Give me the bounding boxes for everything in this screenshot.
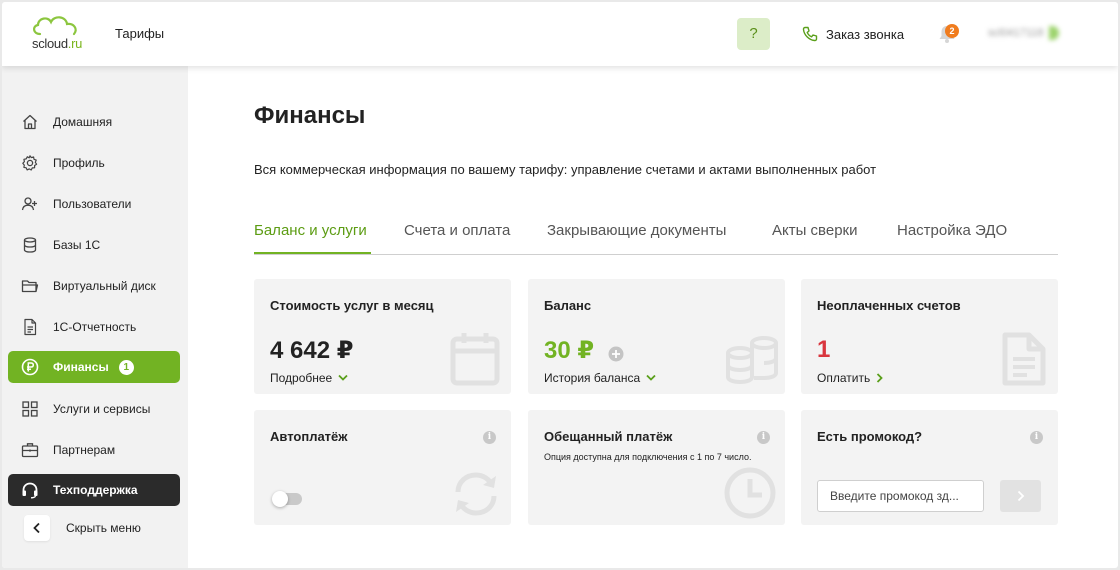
refresh-icon [455,472,497,516]
active-tab-indicator [254,252,371,254]
details-link[interactable]: Подробнее [270,371,348,385]
balance-history-label: История баланса [544,371,641,385]
tariffs-link[interactable]: Тарифы [115,26,164,41]
details-label: Подробнее [270,371,333,385]
account-id: scl0417118 [988,27,1044,39]
tab-edo-settings[interactable]: Настройка ЭДО [897,222,1007,239]
card-promo-code: Есть промокод? i [801,410,1058,525]
chevron-down-icon [646,374,656,381]
sidebar-item-finance[interactable]: Финансы 1 [8,351,180,383]
sidebar-item-label: Базы 1С [53,238,101,252]
sidebar-item-support[interactable]: Техподдержка [8,474,180,506]
sidebar-item-users[interactable]: Пользователи [8,188,180,220]
chevron-right-icon [877,373,883,383]
callback-label: Заказ звонка [826,26,905,42]
sidebar-item-label: Партнерам [53,443,116,457]
chevron-right-icon [1017,490,1024,502]
card-monthly-cost: Стоимость услуг в месяц 4 642 ₽ Подробне… [254,279,511,394]
pay-label: Оплатить [817,371,871,385]
sidebar-item-label: Профиль [53,156,105,170]
add-user-icon [20,194,40,214]
sidebar-item-label: Услуги и сервисы [53,402,151,416]
card-autopayment: Автоплатёж i [254,410,511,525]
tab-closing-documents[interactable]: Закрывающие документы [547,222,726,239]
promised-payment-note: Опция доступна для подключения с 1 по 7 … [544,452,752,462]
balance-value: 30 ₽ [544,337,595,364]
pay-link[interactable]: Оплатить [817,371,884,385]
card-unpaid-invoices: Неоплаченных счетов 1 Оплатить [801,279,1058,394]
monthly-cost-value: 4 642 ₽ [270,337,354,364]
finance-count-badge: 1 [118,359,134,375]
sidebar-item-label: Техподдержка [53,483,138,497]
top-header: scloud.ru Тарифы ? Заказ звонка 2 scl041… [2,2,1118,66]
coins-icon [726,336,778,385]
hide-menu-label: Скрыть меню [66,521,141,535]
home-icon [20,112,40,132]
cloud-logo-icon [33,16,77,36]
help-button[interactable]: ? [737,18,770,50]
add-funds-icon[interactable] [608,346,624,362]
briefcase-icon [20,440,40,460]
card-title: Баланс [544,298,592,313]
info-icon[interactable]: i [1030,431,1043,444]
sidebar-item-label: Домашняя [53,115,113,129]
tab-invoices-payment[interactable]: Счета и оплата [404,222,510,239]
ruble-icon [20,357,40,377]
sidebar: Домашняя Профиль Пользователи Базы 1С Ви… [2,66,188,568]
promo-code-input[interactable] [817,480,984,512]
card-title: Неоплаченных счетов [817,298,961,313]
sidebar-item-1c-reporting[interactable]: 1С-Отчетность [8,311,180,343]
sidebar-item-virtual-disk[interactable]: Виртуальный диск [8,270,180,302]
chevron-down-icon [338,374,348,381]
chevron-left-icon [24,515,50,541]
card-title: Автоплатёж [270,429,348,444]
tab-reconciliation-acts[interactable]: Акты сверки [772,222,857,239]
hide-menu-button[interactable]: Скрыть меню [24,515,141,541]
folder-icon [20,276,40,296]
toggle-knob [272,491,288,507]
logo-text: scloud.ru [32,36,83,51]
sidebar-item-label: Пользователи [53,197,132,211]
callback-button[interactable]: Заказ звонка [802,26,904,42]
info-icon[interactable]: i [483,431,496,444]
sidebar-item-partners[interactable]: Партнерам [8,434,180,466]
sidebar-item-databases[interactable]: Базы 1С [8,229,180,261]
account-status-icon [1049,26,1060,40]
balance-history-link[interactable]: История баланса [544,371,656,385]
sidebar-item-profile[interactable]: Профиль [8,147,180,179]
apply-promo-button[interactable] [1000,480,1041,512]
card-title: Обещанный платёж [544,429,673,444]
page-title: Финансы [254,102,366,129]
clock-icon [724,467,776,519]
finance-tabs: Баланс и услуги Счета и оплата Закрывающ… [254,217,1058,255]
sidebar-item-label: Финансы [53,360,109,374]
headset-icon [20,480,40,500]
autopayment-toggle[interactable] [272,491,302,507]
app-window: scloud.ru Тарифы ? Заказ звонка 2 scl041… [2,2,1118,568]
page-description: Вся коммерческая информация по вашему та… [254,162,877,177]
calendar-icon [450,333,500,386]
tab-balance-services[interactable]: Баланс и услуги [254,222,367,239]
account-menu[interactable]: scl0417118 [988,26,1060,40]
sidebar-item-label: Виртуальный диск [53,279,156,293]
sidebar-item-services[interactable]: Услуги и сервисы [8,393,180,425]
database-icon [20,235,40,255]
sidebar-item-label: 1С-Отчетность [53,320,137,334]
card-title: Есть промокод? [817,429,923,444]
invoice-document-icon [1002,332,1046,386]
gear-icon [20,153,40,173]
grid-icon [20,399,40,419]
sidebar-item-home[interactable]: Домашняя [8,106,180,138]
unpaid-count-value: 1 [817,336,831,363]
phone-icon [802,26,818,42]
scloud-logo[interactable]: scloud.ru [30,14,86,54]
notification-count-badge: 2 [945,24,959,38]
card-title: Стоимость услуг в месяц [270,298,434,313]
card-balance: Баланс 30 ₽ История баланса [528,279,785,394]
card-promised-payment: Обещанный платёж i Опция доступна для по… [528,410,785,525]
document-icon [20,317,40,337]
info-icon[interactable]: i [757,431,770,444]
